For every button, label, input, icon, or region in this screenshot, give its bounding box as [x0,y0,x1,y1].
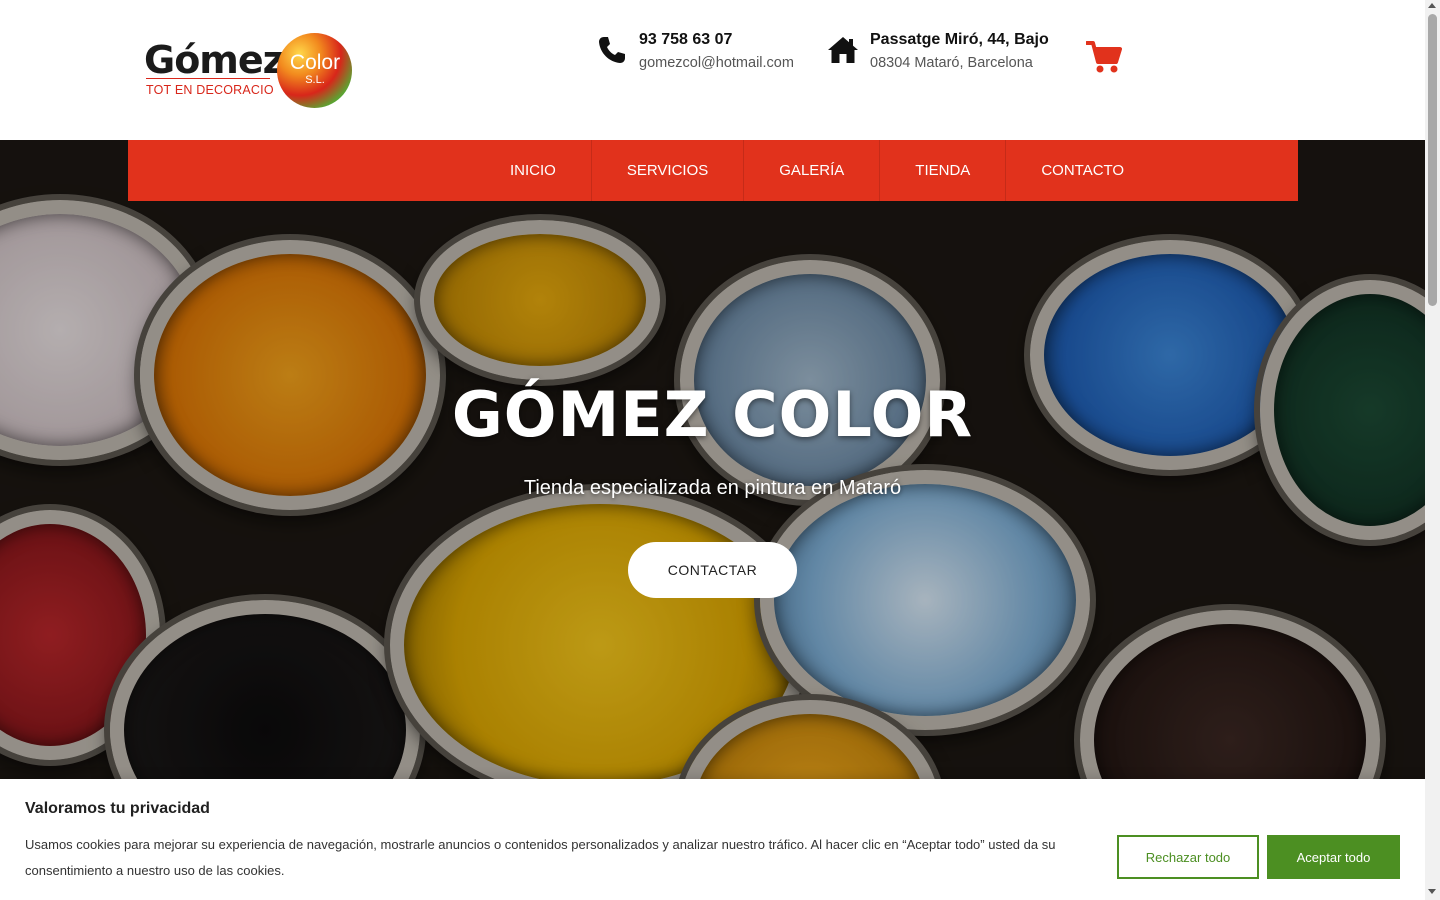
address-city: 08304 Mataró, Barcelona [870,55,1033,71]
nav-item-contacto[interactable]: CONTACTO [1006,140,1159,201]
hero-subtitle: Tienda especializada en pintura en Matar… [523,477,902,499]
scroll-down-arrow-icon[interactable] [1428,889,1436,894]
contactar-button[interactable]: CONTACTAR [628,542,797,598]
hero-title: GÓMEZ COLOR [451,378,974,451]
phone-icon [599,37,625,63]
home-icon [828,37,858,63]
logo-tagline: TOT EN DECORACIO [146,83,274,97]
email-link[interactable]: gomezcol@hotmail.com [639,55,794,71]
scroll-up-arrow-icon[interactable] [1428,3,1436,8]
nav-item-tienda[interactable]: TIENDA [880,140,1007,201]
vertical-scrollbar[interactable] [1425,0,1440,900]
nav-item-galeria[interactable]: GALERÍA [744,140,881,201]
site-header: Gómez TOT EN DECORACIO Color S.L. 93 758… [0,0,1425,140]
address-street: Passatge Miró, 44, Bajo [870,31,1049,48]
nav-items: INICIO SERVICIOS GALERÍA TIENDA CONTACTO [510,140,1159,201]
logo-divider [146,78,270,79]
shopping-cart-icon[interactable] [1086,40,1122,74]
accept-all-button[interactable]: Aceptar todo [1267,835,1400,879]
scrollbar-thumb[interactable] [1428,14,1437,306]
nav-item-inicio[interactable]: INICIO [510,140,592,201]
cookie-title: Valoramos tu privacidad [25,800,210,817]
logo[interactable]: Gómez TOT EN DECORACIO Color S.L. [144,30,354,110]
logo-circle-text: Color [289,51,341,74]
main-nav: INICIO SERVICIOS GALERÍA TIENDA CONTACTO [128,140,1298,201]
logo-circle-suffix: S.L. [305,74,325,86]
logo-word: Gómez [144,38,285,82]
reject-all-button[interactable]: Rechazar todo [1117,835,1259,879]
cookie-banner: Valoramos tu privacidad Usamos cookies p… [0,779,1425,900]
cookie-text: Usamos cookies para mejorar su experienc… [25,837,1056,878]
phone-number[interactable]: 93 758 63 07 [639,31,732,49]
nav-item-servicios[interactable]: SERVICIOS [592,140,745,201]
logo-color-circle: Color S.L. [277,33,352,108]
